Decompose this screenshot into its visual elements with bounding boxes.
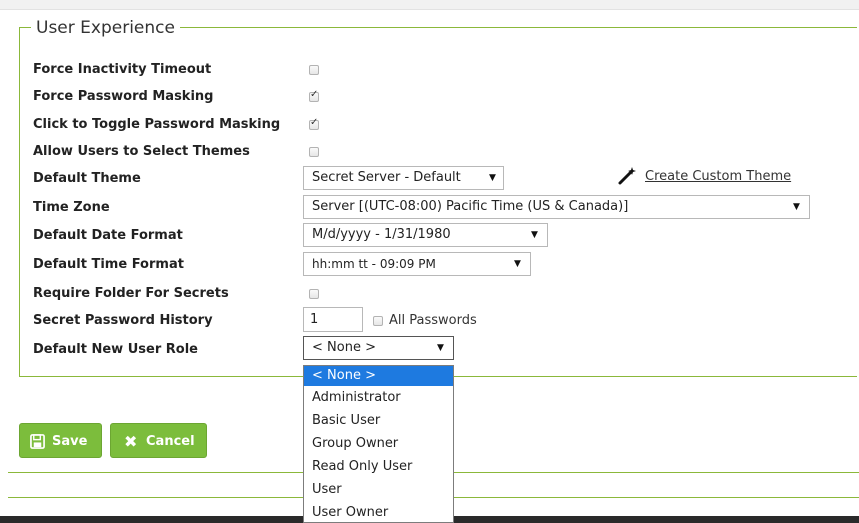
default-date-format-label: Default Date Format — [33, 228, 183, 243]
role-option-none[interactable]: < None > — [304, 366, 453, 386]
floppy-disk-icon — [30, 424, 45, 462]
default-theme-value: Secret Server - Default — [312, 170, 461, 185]
default-time-format-select[interactable]: hh:mm tt - 09:09 PM ▼ — [303, 252, 531, 276]
require-folder-label: Require Folder For Secrets — [33, 286, 229, 301]
role-option-user[interactable]: User — [304, 478, 453, 501]
role-option-read-only-user[interactable]: Read Only User — [304, 455, 453, 478]
secret-password-history-input[interactable]: 1 — [303, 307, 363, 332]
default-date-format-value: M/d/yyyy - 1/31/1980 — [312, 227, 451, 242]
force-password-masking-label: Force Password Masking — [33, 89, 214, 104]
default-new-user-role-select[interactable]: < None > ▼ — [303, 336, 454, 360]
click-toggle-masking-label: Click to Toggle Password Masking — [33, 117, 281, 132]
chevron-down-icon: ▼ — [489, 173, 496, 183]
create-custom-theme-link[interactable]: Create Custom Theme — [645, 168, 791, 186]
cancel-button-label: Cancel — [146, 434, 195, 449]
time-zone-value: Server [(UTC-08:00) Pacific Time (US & C… — [312, 199, 629, 214]
role-option-user-owner[interactable]: User Owner — [304, 501, 453, 522]
default-theme-select[interactable]: Secret Server - Default ▼ — [303, 166, 504, 190]
time-zone-select[interactable]: Server [(UTC-08:00) Pacific Time (US & C… — [303, 195, 810, 219]
save-button[interactable]: Save — [19, 423, 102, 458]
x-icon: ✖ — [124, 432, 138, 451]
chevron-down-icon: ▼ — [514, 259, 521, 269]
default-new-user-role-value: < None > — [312, 340, 376, 355]
chevron-down-icon: ▼ — [793, 202, 800, 212]
cancel-button[interactable]: ✖ Cancel — [110, 423, 207, 458]
force-inactivity-timeout-checkbox[interactable] — [309, 65, 319, 75]
all-passwords-checkbox[interactable] — [373, 316, 383, 326]
default-time-format-label: Default Time Format — [33, 257, 184, 272]
default-new-user-role-label: Default New User Role — [33, 342, 198, 357]
allow-select-themes-checkbox[interactable] — [309, 147, 319, 157]
force-password-masking-checkbox[interactable] — [309, 89, 319, 102]
chevron-down-icon: ▼ — [437, 343, 444, 353]
default-theme-label: Default Theme — [33, 171, 141, 186]
default-date-format-select[interactable]: M/d/yyyy - 1/31/1980 ▼ — [303, 223, 548, 247]
time-zone-label: Time Zone — [33, 200, 110, 215]
magic-wand-icon — [618, 167, 636, 185]
save-button-label: Save — [52, 434, 88, 449]
require-folder-checkbox[interactable] — [309, 289, 319, 299]
top-edge — [0, 0, 859, 10]
force-inactivity-timeout-label: Force Inactivity Timeout — [33, 62, 212, 77]
role-option-administrator[interactable]: Administrator — [304, 386, 453, 409]
role-option-group-owner[interactable]: Group Owner — [304, 432, 453, 455]
secret-password-history-label: Secret Password History — [33, 313, 213, 328]
section-title: User Experience — [31, 16, 180, 40]
chevron-down-icon: ▼ — [531, 230, 538, 240]
role-dropdown-list: < None > Administrator Basic User Group … — [303, 365, 454, 523]
all-passwords-label: All Passwords — [389, 313, 477, 328]
allow-select-themes-label: Allow Users to Select Themes — [33, 144, 250, 159]
role-option-basic-user[interactable]: Basic User — [304, 409, 453, 432]
click-toggle-masking-checkbox[interactable] — [309, 117, 319, 130]
default-time-format-value: hh:mm tt - 09:09 PM — [312, 257, 436, 271]
